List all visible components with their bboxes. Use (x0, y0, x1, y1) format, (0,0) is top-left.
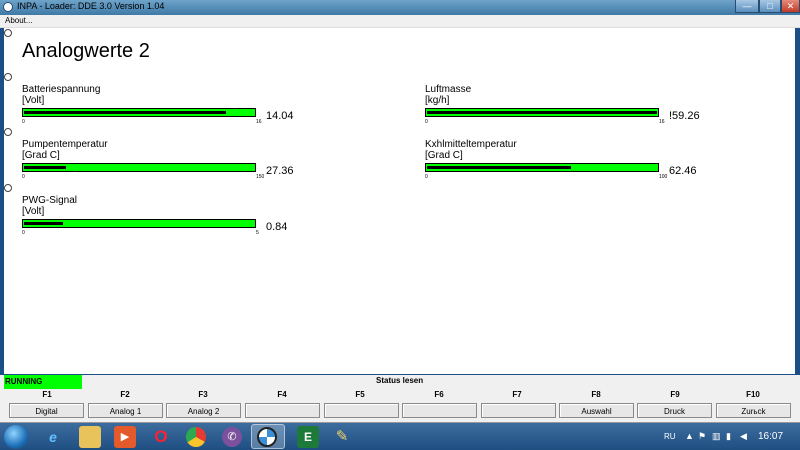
gauge-max: 16 (256, 119, 262, 125)
start-button[interactable] (4, 425, 28, 449)
gauge-luftmasse: Luftmasse [kg/h] 0 16 !59.26 (425, 84, 725, 134)
gauge-min: 0 (425, 119, 428, 125)
taskbar: e ▶ O ✆ E ✎ RU ▲ ⚑ ▥ ▮ ◀ 16:07 (0, 423, 800, 450)
gauge-bar (425, 108, 659, 117)
f7-button[interactable] (481, 403, 556, 418)
fkey-label: F10 (746, 390, 760, 399)
gauge-max: 5 (256, 230, 259, 236)
status-text: Status lesen (376, 376, 424, 385)
network-icon[interactable]: ▥ (712, 431, 721, 442)
gauge-label: Pumpentemperatur (22, 139, 108, 150)
f1-digital-button[interactable]: Digital (9, 403, 84, 418)
title-bar[interactable]: INPA - Loader: DDE 3.0 Version 1.04 — □ … (0, 0, 800, 15)
gauge-value: !59.26 (669, 110, 700, 122)
maximize-button[interactable]: □ (759, 0, 781, 13)
signal-icon[interactable]: ▮ (726, 431, 731, 442)
gauge-kuehlmitteltemperatur: Kхhlmitteltemperatur [Grad C] 0 100 62.4… (425, 139, 725, 189)
function-key-bar: F1 F2 F3 F4 F5 F6 F7 F8 F9 F10 Digital A… (0, 389, 800, 423)
internet-explorer-icon[interactable]: e (42, 426, 64, 448)
bmw-icon[interactable] (257, 427, 277, 447)
window-title: INPA - Loader: DDE 3.0 Version 1.04 (17, 1, 165, 11)
gauge-fill (24, 166, 66, 169)
running-indicator: RUNNING (4, 375, 82, 389)
gauge-fill (24, 222, 63, 225)
menu-about[interactable]: About... (5, 16, 33, 25)
close-button[interactable]: ✕ (781, 0, 800, 13)
gauge-bar (22, 108, 256, 117)
gauge-label: Kхhlmitteltemperatur (425, 139, 517, 150)
gauge-value: 0.84 (266, 221, 288, 233)
language-indicator[interactable]: RU (664, 432, 676, 441)
fkey-label: F4 (277, 390, 287, 399)
gauge-value: 62.46 (669, 165, 697, 177)
page-title: Analogwerte 2 (22, 40, 150, 62)
gauge-value: 27.36 (266, 165, 294, 177)
viber-icon[interactable]: ✆ (222, 427, 242, 447)
fkey-label: F8 (591, 390, 601, 399)
gauge-batteriespannung: Batteriespannung [Volt] 0 16 14.04 (22, 84, 322, 134)
paint-icon[interactable]: ✎ (331, 426, 353, 448)
gauge-min: 0 (22, 174, 25, 180)
gauge-pwg-signal: PWG-Signal [Volt] 0 5 0.84 (22, 195, 322, 245)
gauge-unit: [kg/h] (425, 95, 450, 106)
f5-button[interactable] (324, 403, 399, 418)
gauge-fill (427, 111, 657, 114)
gauge-value: 14.04 (266, 110, 294, 122)
status-bar: RUNNING Status lesen (0, 375, 800, 389)
gauge-label: PWG-Signal (22, 195, 78, 206)
f8-auswahl-button[interactable]: Auswahl (559, 403, 634, 418)
fkey-label: F6 (434, 390, 444, 399)
gauge-bar (425, 163, 659, 172)
gauge-label: Batteriespannung (22, 84, 101, 95)
f4-button[interactable] (245, 403, 320, 418)
radio-button[interactable] (4, 73, 12, 81)
f2-analog1-button[interactable]: Analog 1 (88, 403, 163, 418)
minimize-button[interactable]: — (735, 0, 759, 13)
fkey-label: F5 (355, 390, 365, 399)
gauge-pumpentemperatur: Pumpentemperatur [Grad C] 0 150 27.36 (22, 139, 322, 189)
gauge-min: 0 (425, 174, 428, 180)
fkey-label: F9 (670, 390, 680, 399)
radio-button[interactable] (4, 184, 12, 192)
file-explorer-icon[interactable] (79, 426, 101, 448)
chrome-icon[interactable] (186, 427, 206, 447)
gauge-unit: [Volt] (22, 95, 45, 106)
fkey-label: F1 (42, 390, 52, 399)
menu-bar: About... (0, 15, 800, 28)
gauge-unit: [Volt] (22, 206, 45, 217)
gauge-unit: [Grad C] (425, 150, 463, 161)
gauge-fill (427, 166, 571, 169)
f6-button[interactable] (402, 403, 477, 418)
f3-analog2-button[interactable]: Analog 2 (166, 403, 241, 418)
gauge-fill (24, 111, 226, 114)
gauge-max: 150 (256, 174, 265, 180)
gauge-min: 0 (22, 230, 25, 236)
app-icon (3, 2, 13, 12)
main-panel: Analogwerte 2 Batteriespannung [Volt] 0 … (4, 28, 795, 374)
radio-button[interactable] (4, 29, 12, 37)
tray-flag-icon[interactable]: ⚑ (698, 431, 706, 442)
fkey-label: F3 (198, 390, 208, 399)
gauge-bar (22, 163, 256, 172)
fkey-label: F7 (512, 390, 522, 399)
gauge-unit: [Grad C] (22, 150, 60, 161)
opera-icon[interactable]: O (150, 426, 172, 448)
f10-zurueck-button[interactable]: Zurьck (716, 403, 791, 418)
gauge-min: 0 (22, 119, 25, 125)
gauge-max: 100 (659, 174, 668, 180)
radio-button[interactable] (4, 128, 12, 136)
gauge-label: Luftmasse (425, 84, 472, 95)
media-player-icon[interactable]: ▶ (114, 426, 136, 448)
excel-icon[interactable]: E (297, 426, 319, 448)
fkey-label: F2 (120, 390, 130, 399)
f9-druck-button[interactable]: Druck (637, 403, 712, 418)
tray-arrow-icon[interactable]: ▲ (685, 431, 694, 441)
volume-icon[interactable]: ◀ (740, 431, 747, 442)
gauge-bar (22, 219, 256, 228)
gauge-max: 16 (659, 119, 665, 125)
clock[interactable]: 16:07 (758, 431, 783, 442)
